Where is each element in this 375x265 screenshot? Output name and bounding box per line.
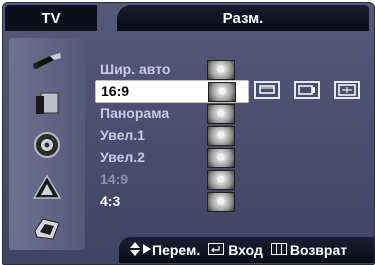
source-label: TV <box>41 9 61 27</box>
menu-item-label: Шир. авто <box>100 61 171 77</box>
aspect-preview-icon <box>208 82 236 102</box>
osd-menu-panel: TV Разм. Шир. авто 16:9 Панорама Увел.1 … <box>2 2 375 265</box>
menu-item-wide-auto[interactable]: Шир. авто <box>95 59 247 80</box>
setup-icon[interactable] <box>22 214 72 244</box>
menu-item-label: 16:9 <box>101 83 130 99</box>
aspect-preview-icon <box>207 148 235 168</box>
sound-icon[interactable] <box>22 130 72 160</box>
menu-item-panorama[interactable]: Панорама <box>95 103 247 124</box>
picture-icon[interactable] <box>22 88 72 118</box>
aspect-preview-icon <box>207 170 235 190</box>
menu-item-14-9[interactable]: 14:9 <box>95 169 247 190</box>
up-down-arrow-icon <box>129 241 141 260</box>
move-hint-label: Перем. <box>152 242 201 258</box>
input-icon[interactable] <box>22 46 72 76</box>
source-tab[interactable]: TV <box>5 5 97 31</box>
return-hint-label: Возврат <box>289 242 348 258</box>
menu-item-label: 14:9 <box>100 171 129 187</box>
aspect-preview-icon <box>207 60 235 80</box>
menu-item-4-3[interactable]: 4:3 <box>95 191 247 212</box>
menu-title-bar: Разм. <box>117 5 369 31</box>
menu-item-label: Увел.1 <box>100 127 145 143</box>
return-icon <box>270 242 287 258</box>
menu-item-label: Увел.2 <box>100 149 145 165</box>
screen-fit-button[interactable] <box>334 81 360 99</box>
aspect-preview-icon <box>207 104 235 124</box>
right-arrow-icon <box>142 242 152 258</box>
aspect-preview-icon <box>207 192 235 212</box>
menu-item-label: 4:3 <box>100 193 121 209</box>
aspect-preview-icon <box>207 126 235 146</box>
menu-item-zoom2[interactable]: Увел.2 <box>95 147 247 168</box>
menu-item-16-9[interactable]: 16:9 <box>95 80 249 103</box>
enter-icon <box>208 242 225 258</box>
menu-title: Разм. <box>222 9 264 27</box>
enter-hint-label: Вход <box>228 242 263 258</box>
footer-help-bar: Перем. Вход Возврат <box>119 237 374 263</box>
screen-size-button[interactable] <box>294 81 320 99</box>
sidebar <box>9 38 85 250</box>
channel-icon[interactable] <box>22 172 72 202</box>
menu-item-label: Панорама <box>100 105 170 121</box>
screen-position-button[interactable] <box>254 81 280 99</box>
menu-item-zoom1[interactable]: Увел.1 <box>95 125 247 146</box>
